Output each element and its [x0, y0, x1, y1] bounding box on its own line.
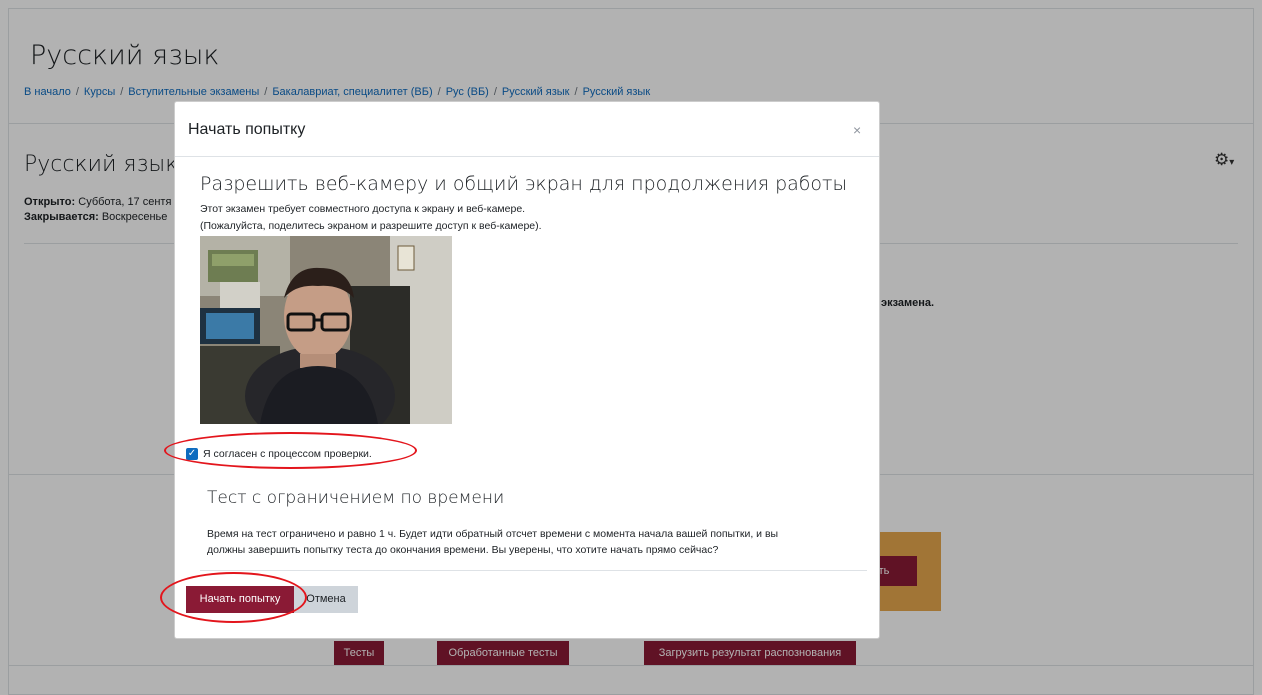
close-icon[interactable]: ×: [853, 122, 861, 138]
proctoring-text: Этот экзамен требует совместного доступа…: [200, 203, 526, 215]
modal-title: Начать попытку: [188, 121, 306, 138]
proctoring-text: (Пожалуйста, поделитесь экраном и разреш…: [200, 220, 542, 232]
time-limit-text: Время на тест ограничено и равно 1 ч. Бу…: [207, 528, 779, 540]
start-attempt-button[interactable]: Начать попытку: [186, 586, 294, 613]
webcam-image: [200, 236, 452, 424]
start-attempt-modal: Начать попытку × Разрешить веб-камеру и …: [174, 101, 880, 639]
cancel-button[interactable]: Отмена: [294, 586, 358, 613]
proctoring-title: Разрешить веб-камеру и общий экран для п…: [200, 173, 848, 195]
webcam-preview: [200, 236, 452, 424]
modal-divider: [200, 570, 867, 571]
consent-label: Я согласен с процессом проверки.: [203, 448, 372, 460]
time-limit-title: Тест с ограничением по времени: [207, 488, 505, 508]
time-limit-text: должны завершить попытку теста до оконча…: [207, 544, 719, 556]
consent-checkbox[interactable]: ✓: [186, 448, 198, 460]
consent-checkbox-row[interactable]: ✓ Я согласен с процессом проверки.: [186, 446, 372, 462]
